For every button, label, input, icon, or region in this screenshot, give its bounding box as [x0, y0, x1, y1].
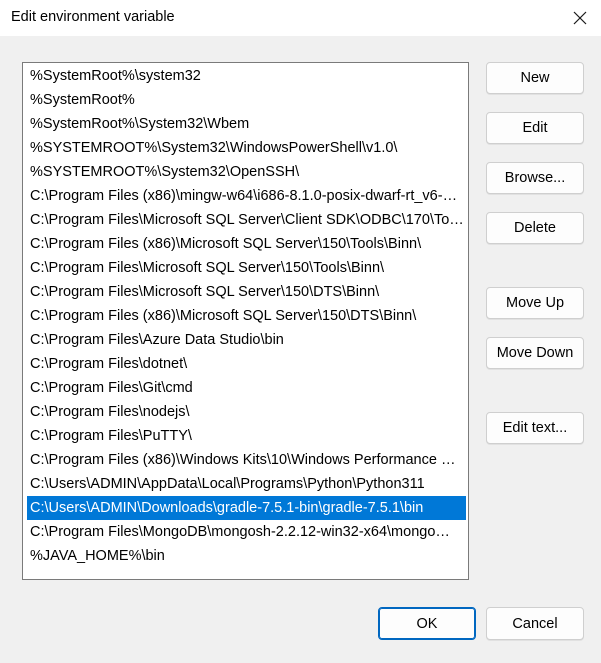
list-item[interactable]: C:\Program Files\Microsoft SQL Server\15… — [27, 280, 466, 304]
list-item[interactable]: %SYSTEMROOT%\System32\OpenSSH\ — [27, 160, 466, 184]
list-item[interactable]: C:\Program Files (x86)\Windows Kits\10\W… — [27, 448, 466, 472]
list-item[interactable]: %SystemRoot%\system32 — [27, 64, 466, 88]
edit-environment-variable-dialog: Edit environment variable %SystemRoot%\s… — [0, 0, 601, 663]
list-item[interactable]: %SystemRoot% — [27, 88, 466, 112]
list-item[interactable]: C:\Program Files\nodejs\ — [27, 400, 466, 424]
new-button[interactable]: New — [486, 62, 584, 94]
list-item[interactable]: C:\Program Files\PuTTY\ — [27, 424, 466, 448]
close-icon — [573, 11, 587, 25]
list-item[interactable]: %SYSTEMROOT%\System32\WindowsPowerShell\… — [27, 136, 466, 160]
edit-text-button[interactable]: Edit text... — [486, 412, 584, 444]
list-item[interactable]: C:\Program Files\dotnet\ — [27, 352, 466, 376]
list-item[interactable]: C:\Program Files (x86)\Microsoft SQL Ser… — [27, 304, 466, 328]
path-entries-list[interactable]: %SystemRoot%\system32 %SystemRoot% %System… — [22, 62, 469, 580]
dialog-title: Edit environment variable — [11, 9, 175, 25]
list-item[interactable]: C:\Program Files (x86)\Microsoft SQL Ser… — [27, 232, 466, 256]
list-item[interactable]: %SystemRoot%\System32\Wbem — [27, 112, 466, 136]
list-item[interactable]: C:\Program Files\Microsoft SQL Server\Cl… — [27, 208, 466, 232]
ok-button[interactable]: OK — [378, 607, 476, 640]
move-up-button[interactable]: Move Up — [486, 287, 584, 319]
list-item[interactable]: C:\Program Files\Azure Data Studio\bin — [27, 328, 466, 352]
list-item[interactable]: C:\Program Files\Git\cmd — [27, 376, 466, 400]
list-item[interactable]: C:\Users\ADMIN\Downloads\gradle-7.5.1-bi… — [27, 496, 466, 520]
browse-button[interactable]: Browse... — [486, 162, 584, 194]
close-button[interactable] — [559, 0, 601, 36]
list-item[interactable]: %JAVA_HOME%\bin — [27, 544, 466, 568]
list-item[interactable]: C:\Program Files\MongoDB\mongosh-2.2.12-… — [27, 520, 466, 544]
list-item[interactable]: C:\Program Files (x86)\mingw-w64\i686-8.… — [27, 184, 466, 208]
title-bar: Edit environment variable — [0, 0, 601, 36]
delete-button[interactable]: Delete — [486, 212, 584, 244]
edit-button[interactable]: Edit — [486, 112, 584, 144]
cancel-button[interactable]: Cancel — [486, 607, 584, 640]
list-item[interactable]: C:\Users\ADMIN\AppData\Local\Programs\Py… — [27, 472, 466, 496]
move-down-button[interactable]: Move Down — [486, 337, 584, 369]
list-item[interactable]: C:\Program Files\Microsoft SQL Server\15… — [27, 256, 466, 280]
